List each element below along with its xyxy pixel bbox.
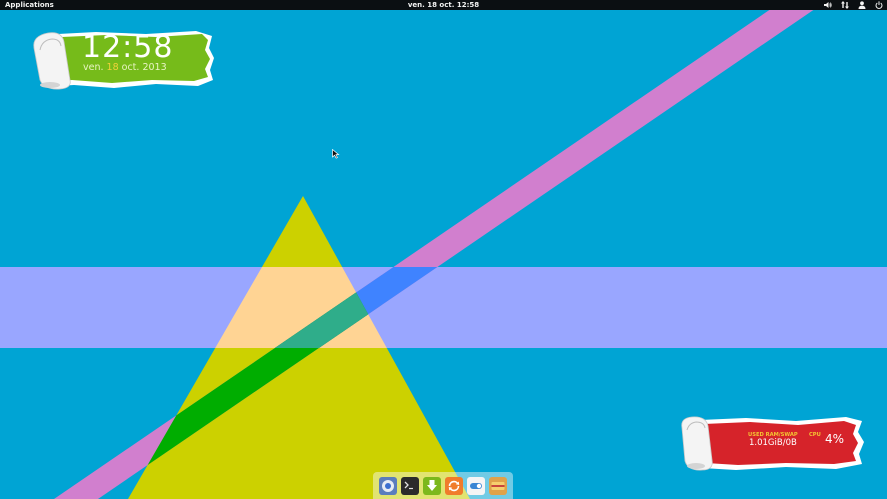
ram-value: 1.01GiB/0B	[749, 438, 797, 448]
update-icon	[445, 477, 463, 495]
clock-widget-weekday: ven.	[83, 62, 107, 73]
power-icon[interactable]	[875, 1, 883, 9]
clock-widget-time: 12:58	[82, 30, 174, 65]
clock-widget-month-year: oct. 2013	[118, 62, 167, 73]
download-icon	[423, 477, 441, 495]
cpu-label: CPU	[809, 432, 821, 438]
indicator-area	[824, 0, 883, 10]
system-monitor-widget: USED RAM/SWAP 1.01GiB/0B CPU 4%	[676, 414, 866, 472]
dock-item-download[interactable]	[423, 477, 441, 495]
clock-widget-date: ven. 18 oct. 2013	[83, 62, 167, 73]
clock-widget-day: 18	[106, 62, 119, 73]
dock-item-settings[interactable]	[467, 477, 485, 495]
dock-item-terminal[interactable]	[401, 477, 419, 495]
dock-item-update[interactable]	[445, 477, 463, 495]
terminal-icon	[401, 477, 419, 495]
mouse-pointer-icon	[332, 149, 340, 159]
cpu-value: 4%	[825, 432, 845, 446]
dock-item-files[interactable]	[489, 477, 507, 495]
top-panel: Applications ven. 18 oct. 12:58	[0, 0, 887, 10]
network-icon[interactable]	[841, 1, 849, 9]
volume-icon[interactable]	[824, 1, 832, 9]
panel-clock[interactable]: ven. 18 oct. 12:58	[0, 0, 887, 10]
toggle-settings-icon	[467, 477, 485, 495]
dock-item-chromium[interactable]	[379, 477, 397, 495]
desktop[interactable]: Applications ven. 18 oct. 12:58 12:58 ve…	[0, 0, 887, 499]
files-icon	[489, 477, 507, 495]
chromium-icon	[379, 477, 397, 495]
user-icon[interactable]	[858, 1, 866, 9]
dock	[373, 472, 513, 499]
